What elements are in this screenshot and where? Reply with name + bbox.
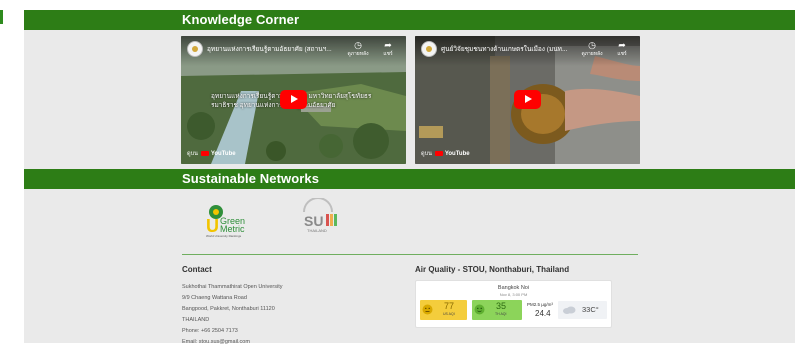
greenmetric-logo-icon: U Green Metric World University Rankings bbox=[206, 205, 245, 238]
pm25-label: PM2.5 µg/m³ bbox=[527, 302, 553, 307]
share-label: แชร์ bbox=[617, 51, 627, 57]
air-quality-widget[interactable]: Bangkok Noi Nov 8, 3:00 PM 77 US AQI 35 … bbox=[415, 280, 612, 328]
air-quality-heading: Air Quality - STOU, Nonthaburi, Thailand bbox=[415, 265, 570, 274]
watch-later-button[interactable]: ◷ ดูภายหลัง bbox=[580, 40, 604, 57]
sdsn-logo-icon: SU THAILAND bbox=[303, 197, 337, 233]
watch-later-button[interactable]: ◷ ดูภายหลัง bbox=[346, 40, 370, 57]
aqi-us-unit: US AQI bbox=[443, 312, 455, 316]
watch-later-label: ดูภายหลัง bbox=[347, 51, 369, 57]
contact-line-district: Bangpood, Pakkret, Nonthaburi 11120 bbox=[182, 306, 275, 312]
play-button[interactable] bbox=[514, 90, 541, 109]
video-1-title[interactable]: อุทยานแห่งการเรียนรู้ตามอัธยาศัย (สถานฯ.… bbox=[207, 44, 342, 54]
temperature-box: 33C° bbox=[558, 301, 607, 319]
watch-on-label: ดูบน bbox=[421, 151, 432, 157]
moderate-face-icon bbox=[422, 304, 433, 315]
watch-on-label: ดูบน bbox=[187, 151, 198, 157]
play-button[interactable] bbox=[280, 90, 307, 109]
video-embed-1[interactable]: อุทยานแห่งการเรียนรู้ตามอัธยาศัย (สถานฯ.… bbox=[181, 36, 406, 164]
watch-later-label: ดูภายหลัง bbox=[581, 51, 603, 57]
contact-line-org: Sukhothai Thammathirat Open University bbox=[182, 284, 283, 290]
contact-line-phone: Phone: +66 2504 7173 bbox=[182, 328, 238, 334]
sdsn-thailand-logo[interactable]: SU THAILAND bbox=[298, 197, 338, 238]
aqi-th-box: 35 TH AQI bbox=[472, 300, 522, 320]
contact-line-street: 9/9 Chaeng Wattana Road bbox=[182, 295, 247, 301]
aqi-th-value: 35 bbox=[496, 301, 507, 311]
clock-icon: ◷ bbox=[354, 40, 362, 50]
contact-heading: Contact bbox=[182, 265, 212, 274]
svg-text:U: U bbox=[206, 216, 219, 236]
knowledge-corner-title: Knowledge Corner bbox=[182, 12, 300, 27]
video-2-title[interactable]: ศูนย์วิจัยชุมชนทางด้านเกษตรในเมือง (มนท.… bbox=[441, 44, 576, 54]
aqi-us-value: 77 bbox=[444, 301, 455, 311]
svg-text:SU: SU bbox=[304, 213, 323, 229]
page-content: Knowledge Corner อุทยานแห่งการเรียนรู้ตา… bbox=[24, 10, 795, 345]
sdsn-label: THAILAND bbox=[307, 228, 327, 233]
sustainable-networks-title: Sustainable Networks bbox=[182, 171, 320, 186]
greenmetric-subtitle: World University Rankings bbox=[206, 234, 242, 238]
temperature-value: 33C° bbox=[582, 305, 599, 314]
pm25-value: 24.4 bbox=[535, 309, 551, 318]
left-edge-marker bbox=[0, 10, 3, 24]
watch-on-youtube[interactable]: ดูบน YouTube bbox=[187, 150, 236, 158]
contact-details: Sukhothai Thammathirat Open University 9… bbox=[182, 282, 382, 348]
aqi-us-box: 77 US AQI bbox=[420, 300, 467, 320]
share-label: แชร์ bbox=[383, 51, 393, 57]
aq-time: Nov 8, 3:00 PM bbox=[499, 292, 528, 297]
channel-avatar[interactable] bbox=[187, 41, 203, 57]
youtube-logo-icon: YouTube bbox=[201, 151, 236, 157]
contact-line-country: THAILAND bbox=[182, 317, 210, 323]
greenmetric-line2: Metric bbox=[220, 224, 245, 234]
share-icon: ➦ bbox=[384, 40, 392, 50]
video-embed-2[interactable]: ศูนย์วิจัยชุมชนทางด้านเกษตรในเมือง (มนท.… bbox=[415, 36, 640, 164]
aqi-th-unit: TH AQI bbox=[495, 312, 507, 316]
share-button[interactable]: ➦ แชร์ bbox=[610, 40, 634, 57]
youtube-logo-icon: YouTube bbox=[435, 151, 470, 157]
cloud-icon bbox=[563, 306, 576, 314]
channel-avatar[interactable] bbox=[421, 41, 437, 57]
ui-greenmetric-logo[interactable]: U Green Metric World University Rankings bbox=[202, 200, 256, 238]
watch-on-youtube[interactable]: ดูบน YouTube bbox=[421, 150, 470, 158]
share-button[interactable]: ➦ แชร์ bbox=[376, 40, 400, 57]
aq-city: Bangkok Noi bbox=[497, 285, 530, 291]
footer-divider bbox=[182, 254, 638, 255]
clock-icon: ◷ bbox=[588, 40, 596, 50]
good-face-icon bbox=[474, 304, 485, 315]
sustainable-networks-header: Sustainable Networks bbox=[24, 169, 795, 189]
knowledge-corner-header: Knowledge Corner bbox=[24, 10, 795, 30]
share-icon: ➦ bbox=[618, 40, 626, 50]
